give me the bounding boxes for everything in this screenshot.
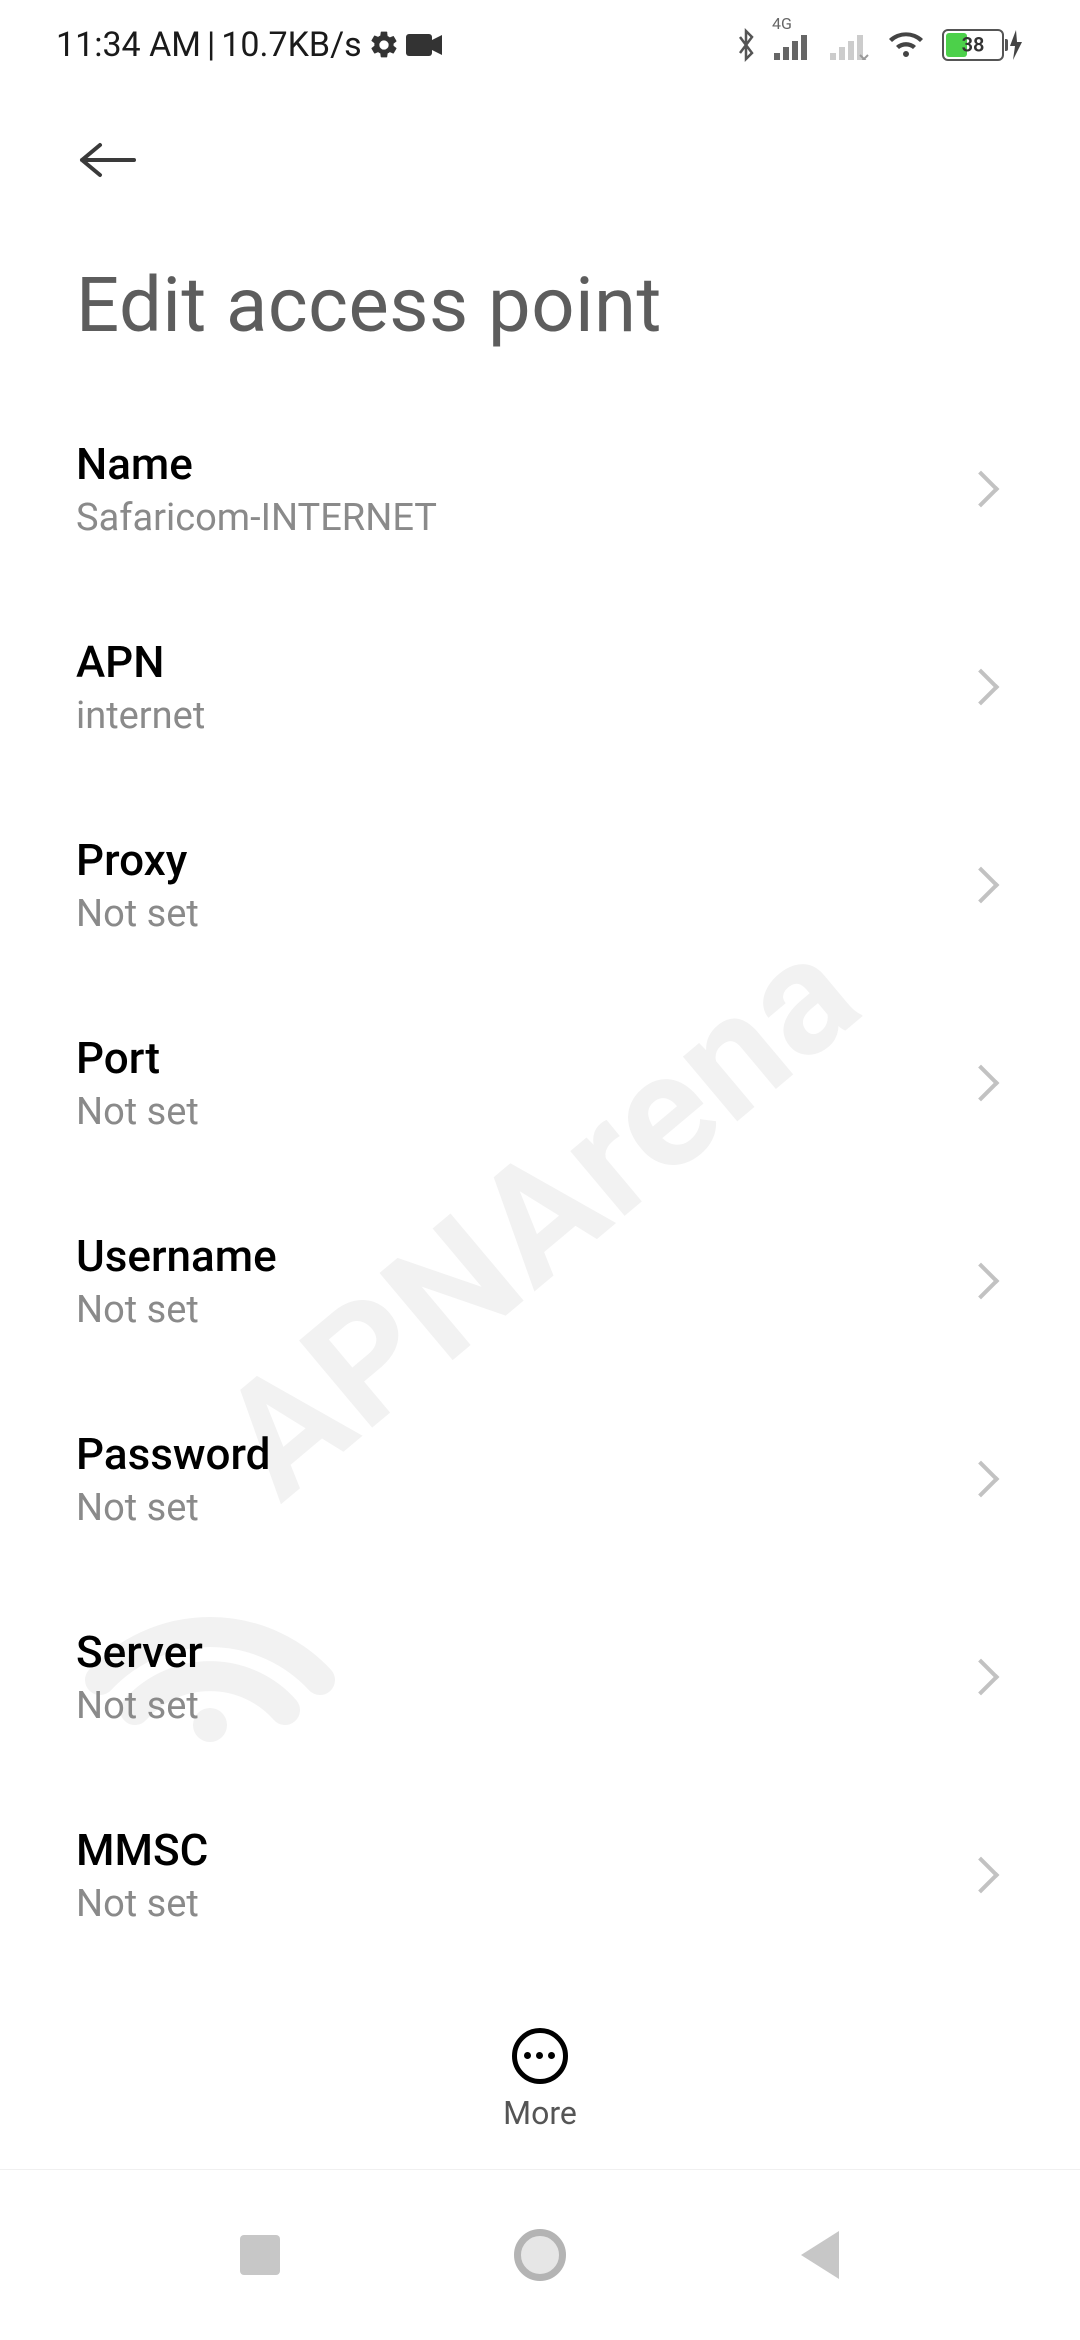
setting-value: internet bbox=[76, 694, 205, 738]
setting-label: Server bbox=[76, 1626, 203, 1678]
setting-row-name[interactable]: Name Safaricom-INTERNET bbox=[76, 390, 1004, 588]
recent-apps-icon bbox=[240, 2235, 280, 2275]
more-label: More bbox=[503, 2094, 577, 2132]
battery-indicator: 38 bbox=[942, 29, 1024, 61]
chevron-right-icon bbox=[963, 669, 1000, 706]
setting-label: Name bbox=[76, 438, 437, 490]
page-title: Edit access point bbox=[0, 200, 1080, 390]
setting-row-proxy[interactable]: Proxy Not set bbox=[76, 786, 1004, 984]
back-triangle-icon bbox=[801, 2231, 839, 2279]
setting-row-apn[interactable]: APN internet bbox=[76, 588, 1004, 786]
status-separator: | bbox=[207, 25, 215, 65]
setting-label: MMSC bbox=[76, 1824, 208, 1876]
settings-gear-icon bbox=[368, 29, 400, 61]
signal-sim2-icon bbox=[830, 30, 870, 60]
chevron-right-icon bbox=[963, 1065, 1000, 1102]
status-data-rate: 10.7KB/s bbox=[221, 25, 361, 65]
bluetooth-icon bbox=[734, 27, 758, 63]
setting-row-password[interactable]: Password Not set bbox=[76, 1380, 1004, 1578]
setting-value: Not set bbox=[76, 1090, 199, 1134]
system-nav-bar bbox=[0, 2170, 1080, 2340]
signal-4g-icon: 4G bbox=[774, 30, 814, 60]
chevron-right-icon bbox=[963, 471, 1000, 508]
chevron-right-icon bbox=[963, 867, 1000, 904]
nav-back-button[interactable] bbox=[790, 2225, 850, 2285]
more-button[interactable]: More bbox=[503, 2028, 577, 2132]
chevron-right-icon bbox=[963, 1263, 1000, 1300]
setting-value: Not set bbox=[76, 892, 199, 936]
settings-list: Name Safaricom-INTERNET APN internet Pro… bbox=[0, 390, 1080, 1990]
nav-recent-button[interactable] bbox=[230, 2225, 290, 2285]
setting-value: Safaricom-INTERNET bbox=[76, 496, 437, 540]
back-button[interactable] bbox=[76, 130, 136, 190]
setting-row-username[interactable]: Username Not set bbox=[76, 1182, 1004, 1380]
status-time: 11:34 AM bbox=[56, 25, 201, 65]
setting-row-mmsc[interactable]: MMSC Not set bbox=[76, 1776, 1004, 1974]
setting-label: Port bbox=[76, 1032, 199, 1084]
setting-row-port[interactable]: Port Not set bbox=[76, 984, 1004, 1182]
chevron-right-icon bbox=[963, 1857, 1000, 1894]
setting-label: Password bbox=[76, 1428, 270, 1480]
charging-icon bbox=[1008, 30, 1024, 60]
setting-value: Not set bbox=[76, 1288, 277, 1332]
setting-label: Username bbox=[76, 1230, 277, 1282]
chevron-right-icon bbox=[963, 1659, 1000, 1696]
setting-value: Not set bbox=[76, 1684, 203, 1728]
chevron-right-icon bbox=[963, 1461, 1000, 1498]
setting-value: Not set bbox=[76, 1486, 270, 1530]
camera-icon bbox=[406, 32, 442, 58]
wifi-icon bbox=[886, 29, 926, 61]
home-icon bbox=[514, 2229, 566, 2281]
status-bar: 11:34 AM | 10.7KB/s 4G bbox=[0, 0, 1080, 90]
setting-label: Proxy bbox=[76, 834, 199, 886]
setting-label: APN bbox=[76, 636, 205, 688]
bottom-action-bar: More bbox=[0, 1990, 1080, 2170]
nav-home-button[interactable] bbox=[510, 2225, 570, 2285]
setting-value: Not set bbox=[76, 1882, 208, 1926]
setting-row-server[interactable]: Server Not set bbox=[76, 1578, 1004, 1776]
more-icon bbox=[512, 2028, 568, 2084]
